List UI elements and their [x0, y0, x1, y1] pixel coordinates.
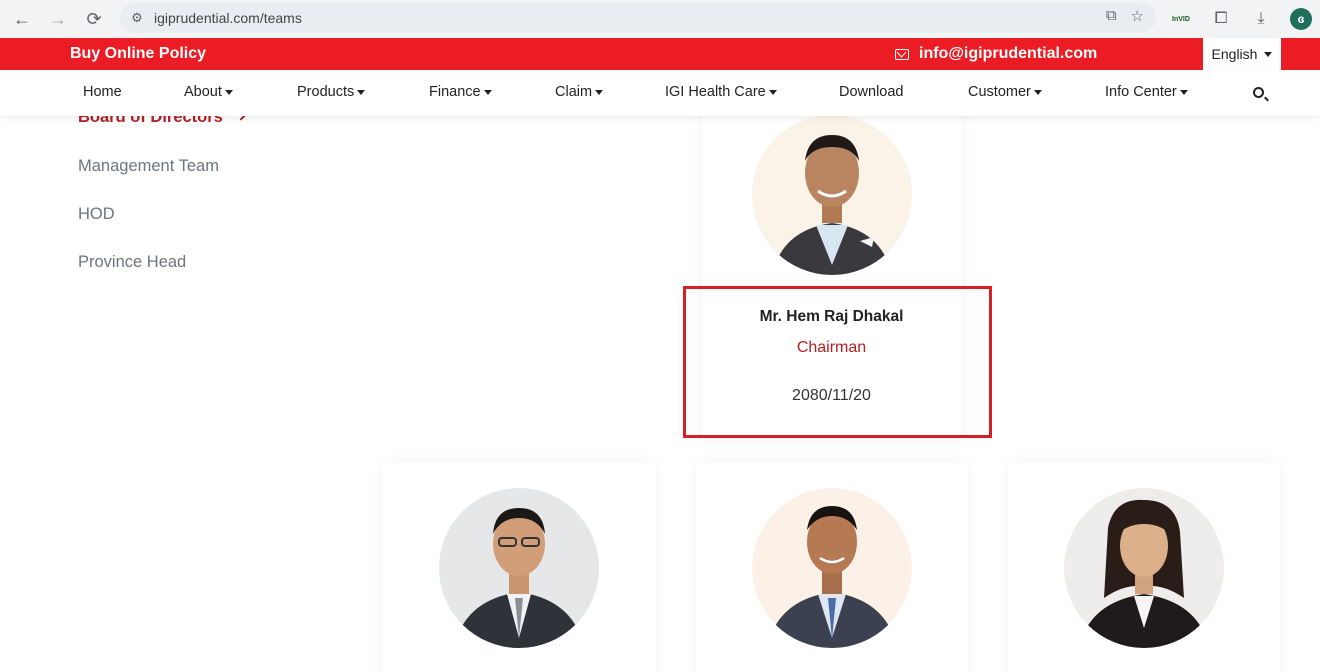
nav-download[interactable]: Download [839, 84, 904, 100]
invid-extension-icon[interactable]: InVID [1170, 8, 1192, 30]
nav-claim[interactable]: Claim [555, 84, 604, 100]
nav-customer[interactable]: Customer [968, 84, 1042, 100]
extensions-puzzle-icon[interactable]: ⧠ [1210, 8, 1232, 30]
caret-down-icon [768, 89, 777, 95]
sidebar-item-hod[interactable]: HOD [78, 205, 115, 224]
back-arrow-icon[interactable]: ← [4, 4, 40, 34]
language-selector[interactable]: English [1203, 38, 1281, 70]
nav-igi-health-care[interactable]: IGI Health Care [665, 84, 777, 100]
nav-finance[interactable]: Finance [429, 84, 492, 100]
member-card [696, 463, 968, 672]
member-card [1008, 463, 1280, 672]
email-contact[interactable]: info@igiprudential.com [895, 45, 1097, 63]
browser-toolbar: ← → ⟳ ⚙ igiprudential.com/teams ⧉ ☆ InVI… [0, 0, 1320, 38]
member-photo [752, 488, 912, 648]
caret-down-icon [224, 89, 233, 95]
top-header-strip: Buy Online Policy info@igiprudential.com… [0, 38, 1320, 70]
reload-icon[interactable]: ⟳ [76, 4, 112, 34]
caret-down-icon [483, 89, 492, 95]
site-info-icon[interactable]: ⚙ [120, 10, 154, 26]
language-label: English [1211, 46, 1258, 62]
download-icon[interactable]: ⤓ [1250, 8, 1272, 30]
main-navigation: Home About Products Finance Claim IGI He… [0, 70, 1320, 116]
caret-down-icon [1179, 89, 1188, 95]
nav-info-center[interactable]: Info Center [1105, 84, 1188, 100]
member-photo [752, 115, 912, 275]
caret-down-icon [1264, 51, 1273, 57]
url-text[interactable]: igiprudential.com/teams [154, 10, 302, 26]
bookmark-star-icon[interactable]: ☆ [1131, 7, 1144, 25]
caret-down-icon [1033, 89, 1042, 95]
nav-products[interactable]: Products [297, 84, 366, 100]
sidebar-item-province-head[interactable]: Province Head [78, 253, 186, 272]
mail-icon [895, 48, 909, 60]
caret-down-icon [357, 89, 366, 95]
member-photo [1064, 488, 1224, 648]
profile-avatar-icon[interactable]: ɞ [1290, 8, 1312, 30]
address-bar[interactable]: ⚙ igiprudential.com/teams ⧉ ☆ [120, 3, 1156, 33]
nav-about[interactable]: About [184, 84, 233, 100]
forward-arrow-icon[interactable]: → [40, 4, 76, 34]
caret-down-icon [595, 89, 604, 95]
translate-icon[interactable]: ⧉ [1106, 7, 1117, 25]
buy-online-policy-link[interactable]: Buy Online Policy [70, 45, 206, 63]
email-text[interactable]: info@igiprudential.com [919, 45, 1097, 63]
nav-home[interactable]: Home [83, 84, 122, 100]
search-icon[interactable] [1253, 87, 1264, 98]
sidebar-item-management-team[interactable]: Management Team [78, 157, 219, 176]
highlight-annotation-box [683, 286, 992, 438]
member-photo [439, 488, 599, 648]
member-card [383, 463, 656, 672]
